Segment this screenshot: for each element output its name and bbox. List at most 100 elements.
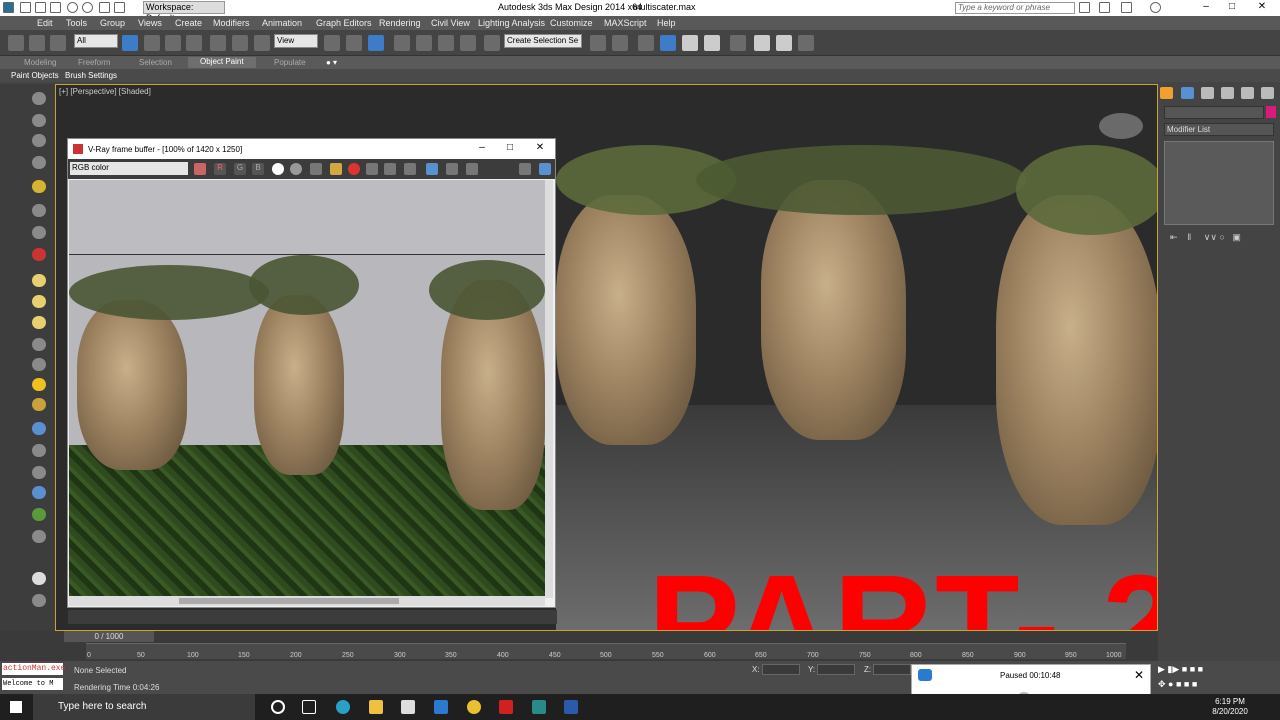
vray-color-icon[interactable] (194, 163, 206, 175)
angle-snap-icon[interactable] (416, 35, 432, 51)
paint-tool-icon[interactable] (32, 204, 46, 217)
select-and-manipulate-icon[interactable] (346, 35, 362, 51)
file-explorer-icon[interactable] (369, 700, 383, 714)
vray-close-icon[interactable]: ✕ (530, 142, 550, 153)
search-icon[interactable] (1079, 2, 1090, 13)
paint-tool-icon[interactable] (32, 572, 46, 585)
rectangular-selection-icon[interactable] (165, 35, 181, 51)
paint-tool-icon[interactable] (32, 378, 46, 391)
schematic-view-icon[interactable] (730, 35, 746, 51)
scene-explorer-icon[interactable] (638, 35, 654, 51)
render-production-icon[interactable] (798, 35, 814, 51)
paint-tool-icon[interactable] (32, 316, 46, 329)
paint-tool-icon[interactable] (32, 422, 46, 435)
display-tab-icon[interactable] (1241, 87, 1254, 99)
x-coordinate-field[interactable] (762, 664, 800, 675)
favorites-icon[interactable] (1121, 2, 1132, 13)
render-last-icon[interactable] (446, 163, 458, 175)
edge-icon[interactable] (336, 700, 350, 714)
ribbon-tab-freeform[interactable]: Freeform (78, 58, 110, 67)
material-editor-icon[interactable] (754, 35, 770, 51)
layer-manager-icon[interactable] (660, 35, 676, 51)
vray-horizontal-scrollbar[interactable] (69, 596, 545, 606)
percent-snap-icon[interactable] (438, 35, 454, 51)
curve-editor-icon[interactable] (704, 35, 720, 51)
ribbon-tab-selection[interactable]: Selection (139, 58, 172, 67)
window-crossing-icon[interactable] (186, 35, 202, 51)
time-slider[interactable]: 0 / 1000 (64, 631, 154, 642)
minimize-icon[interactable]: – (1193, 1, 1219, 12)
ribbon-options-icon[interactable]: ● ▾ (326, 58, 337, 67)
menu-graph-editors[interactable]: Graph Editors (316, 18, 372, 28)
select-by-name-icon[interactable] (144, 35, 160, 51)
modify-tab-icon[interactable] (1181, 87, 1194, 99)
stack-tools[interactable]: ⇤ ‖ ∨∨ ○ ▣ (1170, 232, 1241, 243)
object-color-swatch[interactable] (1266, 106, 1276, 118)
green-channel-button[interactable]: G (234, 163, 246, 175)
track-mouse-icon[interactable] (426, 163, 438, 175)
menu-rendering[interactable]: Rendering (379, 18, 421, 28)
clear-image-icon[interactable] (348, 163, 360, 175)
task-view-icon[interactable] (302, 700, 316, 714)
mirror-icon[interactable] (590, 35, 606, 51)
paint-tool-icon[interactable] (32, 156, 46, 169)
viewport-label[interactable]: [+] [Perspective] [Shaded] (59, 87, 151, 96)
modifier-stack[interactable] (1164, 141, 1274, 225)
paint-tool-icon[interactable] (32, 466, 46, 479)
follow-mouse-icon[interactable] (384, 163, 396, 175)
modifier-list-select[interactable]: Modifier List (1164, 123, 1274, 136)
new-file-icon[interactable] (20, 2, 31, 13)
search-input[interactable]: Type a keyword or phrase (955, 2, 1075, 14)
view-cube-icon[interactable] (1099, 113, 1143, 139)
maxscript-listener-input[interactable]: actionMan.exe (2, 663, 65, 675)
pivot-center-icon[interactable] (324, 35, 340, 51)
vfb-history-icon[interactable] (539, 163, 551, 175)
named-selection-set-select[interactable]: Create Selection Se (504, 34, 582, 48)
menu-animation[interactable]: Animation (262, 18, 302, 28)
object-name-field[interactable] (1164, 106, 1264, 119)
snaps-toggle-icon[interactable] (394, 35, 410, 51)
align-icon[interactable] (612, 35, 628, 51)
y-coordinate-field[interactable] (817, 664, 855, 675)
edit-named-selection-icon[interactable] (484, 35, 500, 51)
menu-edit[interactable]: Edit (37, 18, 53, 28)
menu-modifiers[interactable]: Modifiers (213, 18, 250, 28)
paint-tool-icon[interactable] (32, 508, 46, 521)
unlink-icon[interactable] (29, 35, 45, 51)
ribbon-tab-modeling[interactable]: Modeling (24, 58, 56, 67)
spinner-snap-icon[interactable] (460, 35, 476, 51)
paint-tool-icon[interactable] (32, 486, 46, 499)
menu-civil-view[interactable]: Civil View (431, 18, 470, 28)
taskbar-clock[interactable]: 6:19 PM 8/20/2020 (1210, 697, 1250, 717)
utilities-tab-icon[interactable] (1261, 87, 1274, 99)
paint-tool-icon[interactable] (32, 248, 46, 261)
menu-maxscript[interactable]: MAXScript (604, 18, 647, 28)
vray-vertical-scrollbar[interactable] (545, 180, 553, 598)
move-icon[interactable] (210, 35, 226, 51)
scroll-thumb[interactable] (179, 598, 399, 604)
recorder-close-icon[interactable]: ✕ (1134, 668, 1144, 682)
reference-coordinate-select[interactable]: View (274, 34, 318, 48)
hierarchy-tab-icon[interactable] (1201, 87, 1214, 99)
load-image-icon[interactable] (330, 163, 342, 175)
red-channel-button[interactable]: R (214, 163, 226, 175)
workspace-select[interactable]: Workspace: Default (143, 1, 225, 23)
bind-space-warp-icon[interactable] (50, 35, 66, 51)
graphite-toolbar-icon[interactable] (682, 35, 698, 51)
store-icon[interactable] (401, 700, 415, 714)
viewport-navigation-controls[interactable]: ✥ ● ■ ■ ■ (1158, 679, 1276, 691)
subtab-brush-settings[interactable]: Brush Settings (65, 71, 117, 80)
word-icon[interactable] (564, 700, 578, 714)
mail-icon[interactable] (434, 700, 448, 714)
menu-help[interactable]: Help (657, 18, 676, 28)
maximize-icon[interactable]: □ (1219, 1, 1245, 12)
undo-icon[interactable] (67, 2, 78, 13)
menu-tools[interactable]: Tools (66, 18, 87, 28)
ribbon-tab-populate[interactable]: Populate (274, 58, 306, 67)
taskbar-search-box[interactable]: Type here to search (33, 694, 255, 720)
paint-tool-icon[interactable] (32, 338, 46, 351)
paint-tool-icon[interactable] (32, 295, 46, 308)
paint-tool-icon[interactable] (32, 444, 46, 457)
paint-tool-icon[interactable] (32, 594, 46, 607)
help-icon[interactable] (1150, 2, 1161, 13)
